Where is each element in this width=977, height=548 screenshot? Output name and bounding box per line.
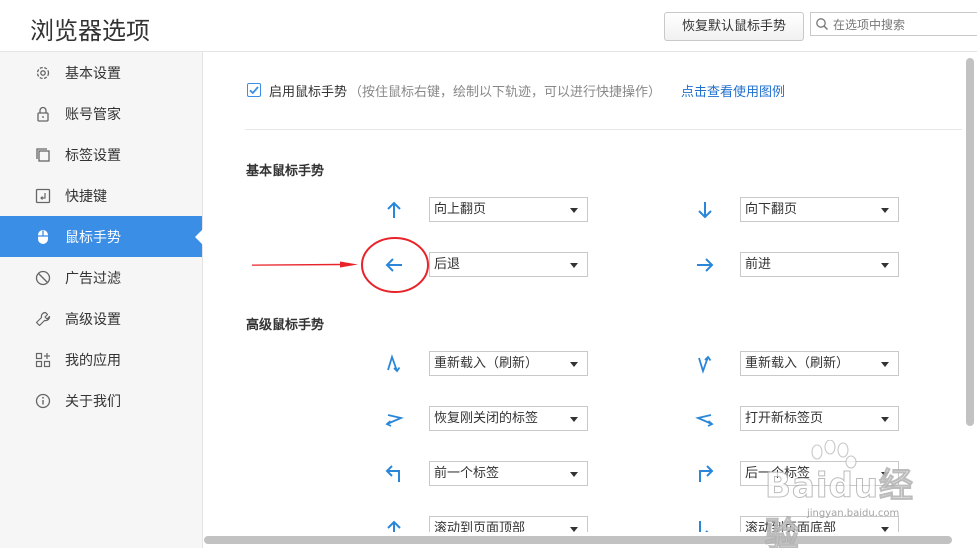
enable-gestures-label: 启用鼠标手势: [269, 84, 348, 100]
wrench-icon: [34, 310, 52, 328]
horizontal-scrollbar[interactable]: [204, 532, 962, 548]
sidebar-item-label: 我的应用: [65, 352, 121, 369]
dropdown-caret-icon: [570, 208, 578, 213]
mouse-icon: [34, 228, 52, 246]
dropdown-caret-icon: [881, 472, 889, 477]
vertical-scrollbar-thumb[interactable]: [966, 58, 974, 426]
dropdown-caret-icon: [881, 263, 889, 268]
arrow-down-icon: [698, 202, 712, 219]
sidebar-item-ad-filter[interactable]: 广告过滤: [0, 257, 202, 298]
gear-icon: [34, 64, 52, 82]
gesture-row: 前进: [693, 252, 903, 278]
gesture-row: 重新载入（刷新）: [382, 351, 592, 377]
lock-icon: [34, 105, 52, 123]
zigzag-right-left-icon: [385, 414, 404, 427]
gesture-action-select[interactable]: 向上翻页: [429, 197, 588, 222]
gesture-action-select[interactable]: 重新载入（刷新）: [740, 351, 899, 376]
checkmark-icon: [249, 86, 259, 95]
advanced-gestures-title: 高级鼠标手势: [246, 318, 325, 333]
gesture-action-value: 后退: [434, 257, 461, 272]
dropdown-caret-icon: [570, 472, 578, 477]
info-icon: [34, 392, 52, 410]
gesture-action-select[interactable]: 前一个标签: [429, 461, 588, 486]
gesture-action-select[interactable]: 恢复刚关闭的标签: [429, 406, 588, 431]
search-input[interactable]: 在选项中搜索: [810, 12, 977, 36]
enable-gestures-hint: （按住鼠标右键，绘制以下轨迹，可以进行快捷操作）: [349, 84, 662, 100]
view-usage-examples-link[interactable]: 点击查看使用图例: [681, 81, 785, 100]
gesture-action-select[interactable]: 打开新标签页: [740, 406, 899, 431]
sidebar-item-account-manager[interactable]: 账号管家: [0, 93, 202, 134]
gesture-action-value: 重新载入（刷新）: [745, 356, 850, 371]
gesture-action-value: 向下翻页: [745, 202, 798, 217]
gesture-action-select[interactable]: 前进: [740, 252, 899, 277]
dropdown-caret-icon: [570, 417, 578, 422]
gesture-action-select[interactable]: 后退: [429, 252, 588, 277]
turn-up-left-icon: [385, 465, 400, 482]
divider: [245, 129, 965, 130]
header: 浏览器选项 恢复默认鼠标手势 在选项中搜索: [0, 0, 977, 52]
sidebar: 基本设置 账号管家 标签设置 快捷键 鼠标手势 广告过滤 高级设置 我的应用 关…: [0, 52, 203, 548]
browser-options-window: 浏览器选项 恢复默认鼠标手势 在选项中搜索 基本设置 账号管家 标签设置 快捷键…: [0, 0, 977, 548]
enable-gestures-checkbox[interactable]: [247, 83, 261, 97]
mouse-gestures-panel: 启用鼠标手势 （按住鼠标右键，绘制以下轨迹，可以进行快捷操作） 点击查看使用图例…: [204, 52, 965, 548]
gesture-action-value: 打开新标签页: [745, 411, 824, 426]
search-placeholder: 在选项中搜索: [833, 18, 906, 32]
tabs-icon: [34, 146, 52, 164]
gesture-action-select[interactable]: 后一个标签: [740, 461, 899, 486]
arrow-left-icon: [385, 258, 402, 272]
gesture-action-value: 重新载入（刷新）: [434, 356, 539, 371]
gesture-row: 恢复刚关闭的标签: [382, 406, 592, 432]
sidebar-item-basic-settings[interactable]: 基本设置: [0, 52, 202, 93]
apps-icon: [34, 351, 52, 369]
gesture-action-select[interactable]: 重新载入（刷新）: [429, 351, 588, 376]
dropdown-caret-icon: [881, 417, 889, 422]
sidebar-item-my-apps[interactable]: 我的应用: [0, 339, 202, 380]
sidebar-item-label: 广告过滤: [65, 270, 121, 287]
dropdown-caret-icon: [570, 263, 578, 268]
turn-up-right-icon: [699, 465, 714, 482]
gesture-action-value: 前进: [745, 257, 772, 272]
sidebar-item-label: 高级设置: [65, 311, 121, 328]
restore-default-gestures-button[interactable]: 恢复默认鼠标手势: [664, 12, 804, 41]
page-title: 浏览器选项: [30, 17, 150, 45]
arrow-up-icon: [387, 201, 401, 218]
dropdown-caret-icon: [881, 208, 889, 213]
gesture-action-value: 前一个标签: [434, 466, 500, 481]
gesture-row: 后退: [382, 252, 592, 278]
gesture-action-value: 恢复刚关闭的标签: [434, 411, 539, 426]
shortcut-icon: [34, 187, 52, 205]
sidebar-item-advanced-settings[interactable]: 高级设置: [0, 298, 202, 339]
gesture-row: 前一个标签: [382, 461, 592, 487]
search-icon: [816, 18, 828, 30]
gesture-action-value: 向上翻页: [434, 202, 487, 217]
zigzag-left-right-icon: [695, 414, 714, 427]
sidebar-item-label: 基本设置: [65, 65, 121, 82]
gesture-row: 重新载入（刷新）: [693, 351, 903, 377]
sidebar-item-tab-settings[interactable]: 标签设置: [0, 134, 202, 175]
sidebar-item-mouse-gestures[interactable]: 鼠标手势: [0, 216, 203, 257]
gesture-row: 打开新标签页: [693, 406, 903, 432]
gesture-action-value: 后一个标签: [745, 466, 811, 481]
horizontal-scrollbar-thumb[interactable]: [204, 536, 952, 544]
gesture-action-select[interactable]: 向下翻页: [740, 197, 899, 222]
sidebar-item-label: 标签设置: [65, 147, 121, 164]
sidebar-item-label: 快捷键: [65, 188, 107, 205]
zigzag-up-down-icon: [387, 354, 401, 373]
sidebar-item-label: 鼠标手势: [65, 229, 121, 246]
zigzag-down-up-icon: [698, 355, 712, 374]
gesture-row: 后一个标签: [693, 461, 903, 487]
dropdown-caret-icon: [570, 362, 578, 367]
sidebar-item-about-us[interactable]: 关于我们: [0, 380, 202, 421]
gesture-row: 向下翻页: [693, 197, 903, 223]
basic-gestures-title: 基本鼠标手势: [246, 164, 325, 179]
sidebar-item-label: 关于我们: [65, 393, 121, 410]
vertical-scrollbar[interactable]: [962, 52, 977, 548]
sidebar-item-label: 账号管家: [65, 106, 121, 123]
arrow-right-icon: [697, 258, 714, 272]
dropdown-caret-icon: [881, 362, 889, 367]
sidebar-item-shortcuts[interactable]: 快捷键: [0, 175, 202, 216]
block-icon: [34, 269, 52, 287]
gesture-row: 向上翻页: [382, 197, 592, 223]
enable-gestures-row: 启用鼠标手势 （按住鼠标右键，绘制以下轨迹，可以进行快捷操作） 点击查看使用图例: [247, 81, 785, 100]
